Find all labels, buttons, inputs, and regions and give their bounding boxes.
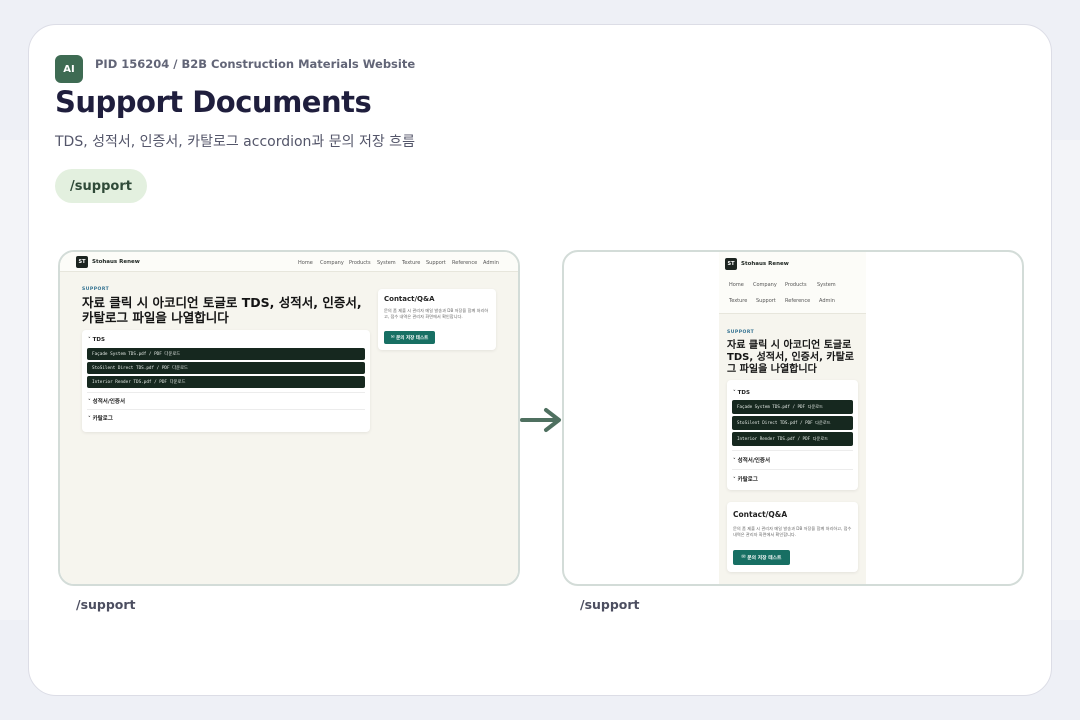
nav-products[interactable]: Products — [349, 260, 371, 266]
documents-accordion: ˅ TDS Façade System TDS.pdf / PDF 다운로드 S… — [727, 380, 858, 490]
divider — [87, 409, 365, 410]
accordion-catalog-header[interactable]: ˅ 카탈로그 — [733, 475, 758, 483]
divider — [732, 469, 853, 470]
chevron-down-icon: ˅ — [733, 458, 736, 464]
nav-texture[interactable]: Texture — [729, 298, 747, 304]
nav-admin[interactable]: Admin — [819, 298, 835, 304]
nav-admin[interactable]: Admin — [483, 260, 499, 266]
desktop-site: ST Stohaus Renew Home Company Products S… — [60, 252, 518, 584]
accordion-tds-header[interactable]: ˅ TDS — [733, 390, 750, 396]
file-row[interactable]: Interior Render TDS.pdf / PDF 다운로드 — [732, 432, 853, 446]
eyebrow-label: SUPPORT — [727, 330, 755, 335]
nav-texture[interactable]: Texture — [402, 260, 420, 266]
nav-support[interactable]: Support — [426, 260, 446, 266]
file-row[interactable]: Façade System TDS.pdf / PDF 다운로드 — [732, 400, 853, 414]
route-badge: /support — [55, 169, 147, 203]
accordion-tds-header[interactable]: ˅ TDS — [88, 337, 105, 343]
chevron-down-icon: ˅ — [733, 477, 736, 483]
contact-text: 문의 폼 제출 시 관리자 메일 발송과 DB 저장을 함께 처리하고, 접수 … — [384, 308, 489, 320]
divider — [87, 392, 365, 393]
mobile-screenshot: ST Stohaus Renew Home Company Products S… — [562, 250, 1024, 586]
mobile-navbar: ST Stohaus Renew Home Company Products S… — [719, 252, 866, 314]
desktop-screenshot: ST Stohaus Renew Home Company Products S… — [58, 250, 520, 586]
project-id: PID 156204 / B2B Construction Materials … — [95, 57, 416, 71]
nav-system[interactable]: System — [817, 282, 836, 288]
accordion-cert-header[interactable]: ˅ 성적서/인증서 — [733, 456, 770, 464]
desktop-navbar: ST Stohaus Renew Home Company Products S… — [60, 252, 518, 272]
nav-system[interactable]: System — [377, 260, 396, 266]
eyebrow-label: SUPPORT — [82, 287, 110, 292]
nav-reference[interactable]: Reference — [785, 298, 810, 304]
contact-card: Contact/Q&A 문의 폼 제출 시 관리자 메일 발송과 DB 저장을 … — [378, 289, 496, 350]
documents-accordion: ˅ TDS Façade System TDS.pdf / PDF 다운로드 S… — [82, 330, 370, 432]
contact-card: Contact/Q&A 문의 폼 제출 시 관리자 메일 발송과 DB 저장을 … — [727, 502, 858, 572]
file-row[interactable]: StoSilent Direct TDS.pdf / PDF 다운로드 — [732, 416, 853, 430]
accordion-cert-header[interactable]: ˅ 성적서/인증서 — [88, 397, 125, 405]
mail-icon: ✉ — [741, 555, 746, 560]
nav-company[interactable]: Company — [753, 282, 777, 288]
site-brand[interactable]: Stohaus Renew — [741, 261, 789, 267]
page-subtitle: TDS, 성적서, 인증서, 카탈로그 accordion과 문의 저장 흐름 — [55, 134, 415, 150]
nav-company[interactable]: Company — [320, 260, 344, 266]
nav-support[interactable]: Support — [756, 298, 776, 304]
nav-reference[interactable]: Reference — [452, 260, 477, 266]
file-row[interactable]: StoSilent Direct TDS.pdf / PDF 다운로드 — [87, 362, 365, 374]
hero-heading: 자료 클릭 시 아코디언 토글로 TDS, 성적서, 인증서, 카탈로그 파일을… — [727, 340, 854, 375]
file-row[interactable]: Façade System TDS.pdf / PDF 다운로드 — [87, 348, 365, 360]
contact-title: Contact/Q&A — [384, 295, 435, 303]
hero-heading: 자료 클릭 시 아코디언 토글로 TDS, 성적서, 인증서, 카탈로그 파일을… — [82, 295, 362, 325]
site-logo[interactable]: ST — [725, 258, 737, 270]
ai-badge: AI — [55, 55, 83, 83]
arrow-right-icon — [520, 408, 561, 432]
nav-products[interactable]: Products — [785, 282, 807, 288]
file-row[interactable]: Interior Render TDS.pdf / PDF 다운로드 — [87, 376, 365, 388]
contact-title: Contact/Q&A — [733, 510, 788, 519]
site-logo[interactable]: ST — [76, 256, 88, 268]
page-title: Support Documents — [55, 85, 372, 119]
contact-text: 문의 폼 제출 시 관리자 메일 발송과 DB 저장을 함께 처리하고, 접수 … — [733, 526, 852, 538]
chevron-down-icon: ˅ — [88, 416, 91, 422]
mail-icon: ✉ — [390, 335, 395, 340]
divider — [732, 450, 853, 451]
site-brand[interactable]: Stohaus Renew — [92, 259, 140, 265]
accordion-catalog-header[interactable]: ˅ 카탈로그 — [88, 414, 113, 422]
mobile-site: ST Stohaus Renew Home Company Products S… — [719, 252, 866, 584]
nav-home[interactable]: Home — [729, 282, 744, 288]
contact-save-button[interactable]: ✉ 문의 저장 테스트 — [733, 550, 790, 565]
chevron-down-icon: ˅ — [733, 390, 736, 396]
nav-home[interactable]: Home — [298, 260, 313, 266]
mobile-caption: /support — [580, 597, 640, 612]
contact-save-button[interactable]: ✉ 문의 저장 테스트 — [384, 331, 435, 344]
chevron-down-icon: ˅ — [88, 337, 91, 343]
summary-card: AI PID 156204 / B2B Construction Materia… — [28, 24, 1052, 696]
chevron-down-icon: ˅ — [88, 399, 91, 405]
desktop-caption: /support — [76, 597, 136, 612]
